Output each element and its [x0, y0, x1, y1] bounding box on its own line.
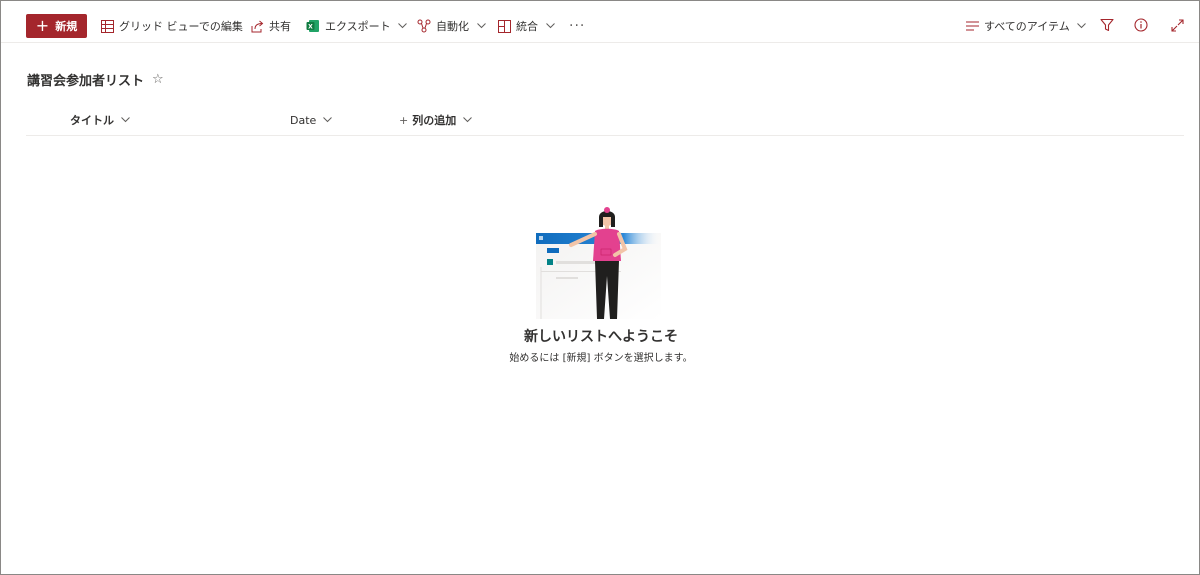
plus-icon: + [399, 113, 409, 127]
svg-text:X: X [308, 24, 313, 31]
export-label: エクスポート [325, 20, 391, 33]
chevron-down-icon [476, 21, 486, 31]
grid-edit-button[interactable]: グリッド ビューでの編集 [100, 14, 243, 38]
column-header-label: Date [290, 113, 317, 127]
page-title: 講習会参加者リスト [27, 74, 145, 89]
share-label: 共有 [269, 20, 291, 33]
chevron-down-icon [120, 115, 130, 125]
view-selector-label: すべてのアイテム [984, 20, 1070, 33]
command-bar: + 新規 グリッド ビューでの編集 共有 X エクスポート 自動化 統合 ···… [1, 1, 1199, 43]
automate-button[interactable]: 自動化 [417, 14, 486, 38]
add-column-button[interactable]: + 列の追加 [399, 112, 472, 128]
star-icon[interactable]: ☆ [152, 72, 164, 87]
add-column-label: 列の追加 [412, 114, 457, 127]
integrate-icon [497, 19, 511, 33]
list-title-row: 講習会参加者リスト ☆ [27, 70, 164, 89]
automate-icon [417, 19, 431, 33]
new-button[interactable]: + 新規 [26, 14, 87, 38]
list-view-icon [965, 19, 979, 33]
chevron-down-icon [462, 115, 472, 125]
more-button[interactable]: ··· [569, 14, 585, 38]
export-button[interactable]: X エクスポート [306, 14, 408, 38]
chevron-down-icon [398, 21, 408, 31]
chevron-down-icon [1077, 21, 1087, 31]
filter-icon[interactable] [1098, 16, 1116, 34]
list-page: + 新規 グリッド ビューでの編集 共有 X エクスポート 自動化 統合 ···… [0, 0, 1200, 575]
chevron-down-icon [545, 21, 555, 31]
integrate-label: 統合 [516, 20, 538, 33]
share-button[interactable]: 共有 [250, 14, 291, 38]
empty-state-title: 新しいリストへようこそ [524, 329, 678, 345]
info-icon[interactable] [1132, 16, 1150, 34]
integrate-button[interactable]: 統合 [497, 14, 555, 38]
chevron-down-icon [322, 115, 332, 125]
column-header-date[interactable]: Date [290, 112, 332, 128]
grid-edit-label: グリッド ビューでの編集 [119, 20, 243, 33]
view-selector[interactable]: すべてのアイテム [965, 14, 1087, 38]
expand-icon[interactable] [1168, 16, 1186, 34]
grid-icon [100, 19, 114, 33]
automate-label: 自動化 [436, 20, 469, 33]
empty-list-illustration [536, 207, 661, 319]
empty-state-subtitle: 始めるには [新規] ボタンを選択します。 [509, 353, 693, 364]
column-header-label: タイトル [70, 114, 114, 127]
header-divider [26, 135, 1184, 136]
more-icon: ··· [569, 18, 586, 34]
excel-icon: X [306, 19, 320, 33]
share-icon [250, 19, 264, 33]
column-header-title[interactable]: タイトル [70, 112, 130, 128]
new-button-label: 新規 [55, 20, 78, 33]
plus-icon: + [35, 15, 50, 35]
